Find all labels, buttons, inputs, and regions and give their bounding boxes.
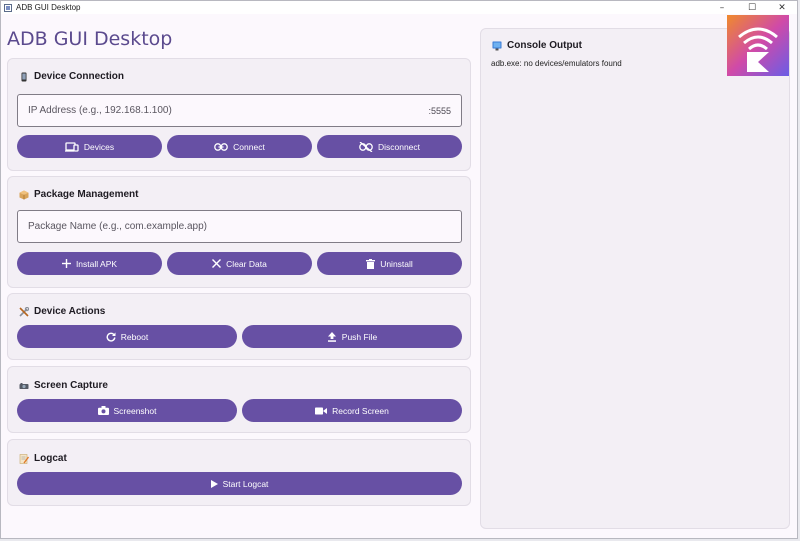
- device-actions-card: Device Actions Reboot Push File: [7, 293, 471, 360]
- ip-address-input[interactable]: IP Address (e.g., 192.168.1.100) :5555: [17, 94, 462, 127]
- screen-capture-title: Screen Capture: [34, 380, 108, 391]
- device-connection-card: Device Connection IP Address (e.g., 192.…: [7, 58, 471, 171]
- clear-data-button[interactable]: Clear Data: [167, 252, 312, 275]
- package-management-title: Package Management: [34, 189, 139, 200]
- page-title: ADB GUI Desktop: [7, 28, 173, 50]
- device-actions-header: Device Actions: [19, 306, 105, 317]
- devices-label: Devices: [83, 141, 115, 152]
- start-logcat-label: Start Logcat: [222, 478, 269, 489]
- screenshot-label: Screenshot: [113, 405, 157, 416]
- console-output-title: Console Output: [507, 40, 582, 51]
- tools-icon: [19, 306, 29, 317]
- package-management-card: Package Management Package Name (e.g., c…: [7, 176, 471, 288]
- app-window: ADB GUI Desktop – ☐ ✕ ADB GUI Desktop De…: [0, 0, 798, 539]
- ip-address-placeholder: IP Address (e.g., 192.168.1.100): [28, 105, 172, 116]
- camera-emoji-icon: [19, 381, 29, 391]
- connect-label: Connect: [233, 141, 265, 152]
- phone-icon: [19, 72, 29, 82]
- port-suffix: :5555: [428, 105, 451, 116]
- device-connection-title: Device Connection: [34, 71, 125, 82]
- refresh-icon: [106, 332, 116, 342]
- uninstall-label: Uninstall: [380, 258, 413, 269]
- disconnect-button[interactable]: Disconnect: [317, 135, 462, 158]
- connect-button[interactable]: Connect: [167, 135, 312, 158]
- close-icon: [212, 259, 222, 268]
- package-management-header: Package Management: [19, 189, 139, 200]
- package-name-placeholder: Package Name (e.g., com.example.app): [28, 221, 207, 232]
- link-off-icon: [359, 141, 373, 152]
- link-icon: [214, 142, 229, 151]
- monitor-icon: [492, 41, 502, 51]
- install-apk-button[interactable]: Install APK: [17, 252, 162, 275]
- trash-icon: [366, 258, 376, 269]
- push-file-button[interactable]: Push File: [242, 325, 462, 348]
- screenshot-button[interactable]: Screenshot: [17, 399, 237, 422]
- devices-button[interactable]: Devices: [17, 135, 162, 158]
- console-output-header: Console Output: [492, 40, 582, 51]
- screen-capture-card: Screen Capture Screenshot Record Screen: [7, 366, 471, 433]
- maximize-button[interactable]: ☐: [737, 1, 767, 14]
- close-window-button[interactable]: ✕: [767, 1, 797, 14]
- package-name-input[interactable]: Package Name (e.g., com.example.app): [17, 210, 462, 243]
- disconnect-label: Disconnect: [377, 141, 421, 152]
- devices-icon: [64, 141, 79, 152]
- logcat-header: Logcat: [19, 453, 67, 464]
- camera-icon: [97, 406, 109, 415]
- video-icon: [315, 407, 328, 414]
- start-logcat-button[interactable]: Start Logcat: [17, 472, 462, 495]
- reboot-label: Reboot: [120, 331, 149, 342]
- device-actions-title: Device Actions: [34, 306, 106, 317]
- memo-icon: [19, 453, 29, 464]
- logcat-title: Logcat: [34, 453, 67, 464]
- logcat-card: Logcat Start Logcat: [7, 439, 471, 506]
- device-connection-header: Device Connection: [19, 71, 124, 82]
- reboot-button[interactable]: Reboot: [17, 325, 237, 348]
- console-output-panel: Console Output adb.exe: no devices/emula…: [480, 28, 790, 529]
- screen-capture-header: Screen Capture: [19, 380, 108, 391]
- record-screen-label: Record Screen: [332, 405, 389, 416]
- console-output-text: adb.exe: no devices/emulators found: [491, 59, 622, 68]
- push-file-label: Push File: [341, 331, 378, 342]
- play-icon: [210, 479, 218, 488]
- plus-icon: [61, 259, 71, 268]
- title-bar: ADB GUI Desktop – ☐ ✕: [1, 1, 797, 14]
- install-apk-label: Install APK: [75, 258, 118, 269]
- window-controls: – ☐ ✕: [707, 1, 797, 14]
- minimize-button[interactable]: –: [707, 1, 737, 14]
- package-icon: [19, 190, 29, 200]
- app-logo: [727, 15, 789, 76]
- clear-data-label: Clear Data: [226, 258, 267, 269]
- record-screen-button[interactable]: Record Screen: [242, 399, 462, 422]
- app-icon: [4, 3, 12, 12]
- uninstall-button[interactable]: Uninstall: [317, 252, 462, 275]
- window-title: ADB GUI Desktop: [16, 3, 81, 12]
- upload-icon: [327, 331, 336, 342]
